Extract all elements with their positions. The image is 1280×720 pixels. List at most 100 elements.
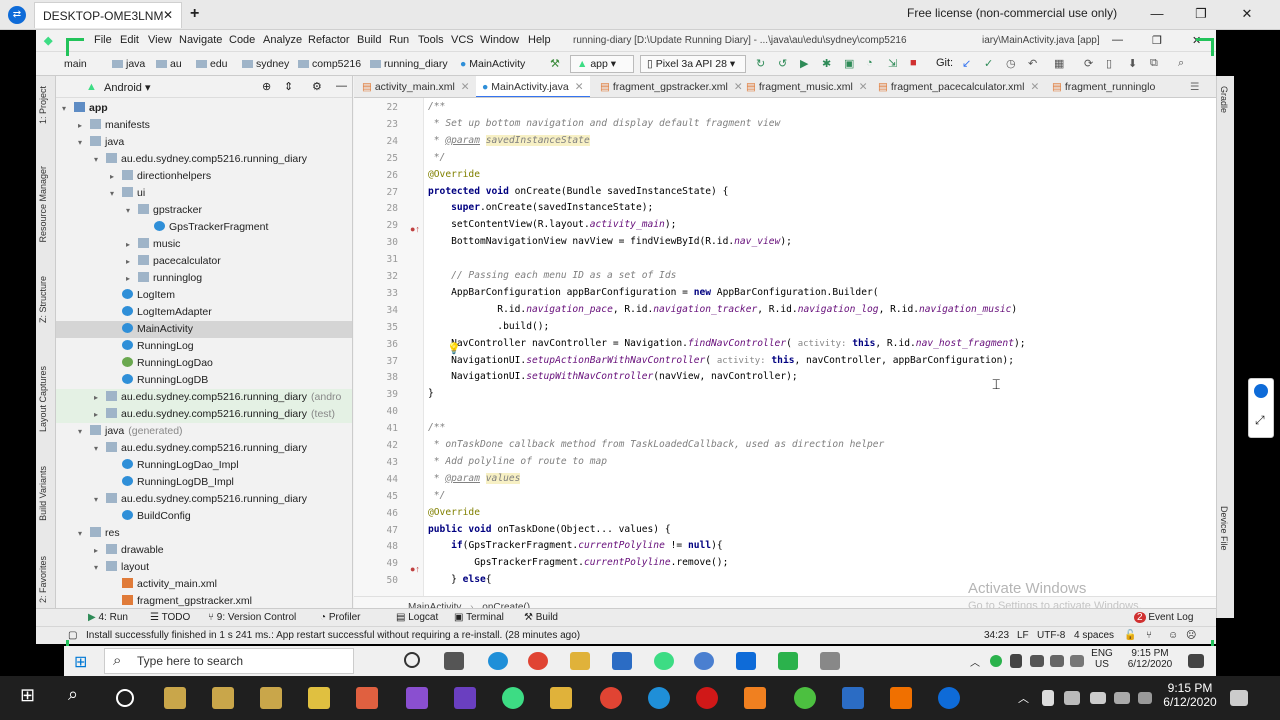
tree-item[interactable]: RunningLog xyxy=(56,338,352,355)
tree-item[interactable]: ▸ directionhelpers xyxy=(56,168,352,185)
menu-navigate[interactable]: Navigate xyxy=(179,34,222,46)
profile-icon[interactable]: ◔ xyxy=(866,57,873,69)
chevron-right-icon[interactable]: ▸ xyxy=(94,389,106,406)
run-icon[interactable]: ▶ xyxy=(800,57,808,70)
code-line[interactable]: * @param values xyxy=(428,472,521,484)
chevron-right-icon[interactable]: ▸ xyxy=(126,270,138,287)
action-center-icon[interactable] xyxy=(1230,690,1248,706)
tool-device-file-explorer[interactable]: Device File xyxy=(1219,506,1229,551)
tab-mainactivity-java[interactable]: ● MainActivity.java ✕ xyxy=(476,76,590,97)
tree-item[interactable]: ▾ au.edu.sydney.comp5216.running_diary xyxy=(56,440,352,457)
tree-item[interactable]: ▾ java (generated) xyxy=(56,423,352,440)
network-icon[interactable] xyxy=(1050,655,1064,667)
edge-icon[interactable] xyxy=(488,652,508,670)
tool-todo[interactable]: ☰ TODO xyxy=(150,612,190,623)
tree-item[interactable]: ▸ runninglog xyxy=(56,270,352,287)
tool-project[interactable]: 1: Project xyxy=(38,86,48,124)
code-line[interactable]: // Passing each menu ID as a set of Ids xyxy=(428,270,676,281)
code-line[interactable]: } else{ xyxy=(428,574,491,585)
close-tab-icon[interactable]: ✕ xyxy=(575,81,584,93)
stop-icon[interactable]: ■ xyxy=(910,57,917,69)
close-tab-icon[interactable]: ✕ xyxy=(1031,81,1040,93)
cursor-position[interactable]: 34:23 xyxy=(984,630,1009,641)
code-line[interactable]: setContentView(R.layout.activity_main); xyxy=(428,219,676,230)
tree-item[interactable]: LogItemAdapter xyxy=(56,304,352,321)
edge-icon[interactable] xyxy=(648,687,670,709)
mail-icon[interactable] xyxy=(612,652,632,670)
app-icon[interactable] xyxy=(356,687,378,709)
tree-item[interactable]: LogItem xyxy=(56,287,352,304)
tab-fragment-runninglog-xml[interactable]: ▤ fragment_runninglo xyxy=(1046,76,1161,97)
menu-help[interactable]: Help xyxy=(528,34,551,46)
status-message[interactable]: Install successfully finished in 1 s 241… xyxy=(86,630,580,641)
menu-window[interactable]: Window xyxy=(480,34,519,46)
tab-fragment-gpstracker-xml[interactable]: ▤ fragment_gpstracker.xml ✕ xyxy=(594,76,749,97)
tray-chevron-icon[interactable]: ︿ xyxy=(970,654,984,672)
tool-build[interactable]: ⚒ Build xyxy=(524,612,558,623)
app-icon[interactable] xyxy=(260,687,282,709)
tree-item[interactable]: ▾ java xyxy=(56,134,352,151)
remote-session-tab[interactable]: DESKTOP-OME3LNM ✕ xyxy=(34,2,182,28)
code-line[interactable]: .build(); xyxy=(428,321,549,332)
chevron-right-icon[interactable]: ▸ xyxy=(78,117,90,134)
chevron-right-icon[interactable]: ▸ xyxy=(94,542,106,559)
indent-setting[interactable]: 4 spaces xyxy=(1074,630,1114,641)
code-line[interactable]: NavigationUI.setupWithNavController(navV… xyxy=(428,371,798,382)
wifi-icon[interactable] xyxy=(1114,692,1130,704)
tool-terminal[interactable]: ▣ Terminal xyxy=(454,612,504,623)
override-marker-icon[interactable]: ●↑ xyxy=(410,224,420,234)
code-line[interactable]: } xyxy=(428,388,434,399)
crumb-comp5216[interactable]: comp5216 xyxy=(298,58,361,70)
crumb-edu[interactable]: edu xyxy=(196,58,228,70)
override-marker-icon[interactable]: ●↑ xyxy=(410,564,420,574)
menu-refactor[interactable]: Refactor xyxy=(308,34,350,46)
chevron-right-icon[interactable]: ▸ xyxy=(126,236,138,253)
crumb-au[interactable]: au xyxy=(156,58,182,70)
tree-item[interactable]: ▾ layout xyxy=(56,559,352,576)
code-line[interactable]: /** xyxy=(428,101,445,112)
tree-item[interactable]: MainActivity xyxy=(56,321,352,338)
close-tab-icon[interactable]: ✕ xyxy=(461,81,470,93)
crumb-java[interactable]: java xyxy=(112,58,145,70)
code-line[interactable]: @Override xyxy=(428,507,480,518)
task-view-icon[interactable] xyxy=(444,652,464,670)
chevron-down-icon[interactable]: ▾ xyxy=(145,82,151,94)
menu-file[interactable]: File xyxy=(94,34,112,46)
tree-item[interactable]: ▸ au.edu.sydney.comp5216.running_diary (an… xyxy=(56,389,352,406)
teamviewer-taskbar-icon[interactable] xyxy=(736,652,756,670)
crumb-main[interactable]: main xyxy=(64,58,87,70)
chrome-icon[interactable] xyxy=(600,687,622,709)
tree-item[interactable]: GpsTrackerFragment xyxy=(56,219,352,236)
code-line[interactable]: */ xyxy=(428,490,446,501)
tool-run[interactable]: ▶ 4: Run xyxy=(88,612,128,623)
chevron-down-icon[interactable]: ▾ xyxy=(78,134,90,151)
app-icon[interactable] xyxy=(794,687,816,709)
tool-structure[interactable]: Z: Structure xyxy=(38,276,48,323)
ide-maximize-button[interactable]: ❐ xyxy=(1152,34,1162,47)
tree-item[interactable]: activity_main.xml xyxy=(56,576,352,593)
fullscreen-icon[interactable]: ⤢ xyxy=(1255,413,1265,428)
git-update-icon[interactable]: ↙ xyxy=(962,57,971,70)
remote-clock[interactable]: 9:15 PM 6/12/2020 xyxy=(1118,648,1182,670)
git-commit-icon[interactable]: ✓ xyxy=(984,57,993,70)
file-encoding[interactable]: UTF-8 xyxy=(1037,630,1065,641)
code-line[interactable]: * @param savedInstanceState xyxy=(428,134,590,146)
tool-favorites[interactable]: 2: Favorites xyxy=(38,556,48,603)
project-structure-icon[interactable]: ▦ xyxy=(1054,57,1064,70)
cortana-icon[interactable] xyxy=(116,689,134,707)
tab-overflow-icon[interactable]: ☰ xyxy=(1184,76,1205,97)
tray-chevron-icon[interactable]: ︿ xyxy=(1018,690,1032,712)
menu-code[interactable]: Code xyxy=(229,34,255,46)
tree-item[interactable]: RunningLogDB xyxy=(56,372,352,389)
input-language[interactable]: ENG US xyxy=(1090,648,1114,670)
code-line[interactable]: * Add polyline of route to map xyxy=(428,456,607,467)
tool-layout-captures[interactable]: Layout Captures xyxy=(38,366,48,432)
layout-inspector-icon[interactable]: ⧉ xyxy=(1150,57,1158,70)
app-icon[interactable] xyxy=(308,687,330,709)
cortana-icon[interactable] xyxy=(404,652,420,668)
file-explorer-icon[interactable] xyxy=(550,687,572,709)
tree-item[interactable]: RunningLogDB_Impl xyxy=(56,474,352,491)
code-line[interactable]: public void onTaskDone(Object... values)… xyxy=(428,524,671,535)
microphone-icon[interactable] xyxy=(1042,690,1054,706)
menu-analyze[interactable]: Analyze xyxy=(263,34,302,46)
